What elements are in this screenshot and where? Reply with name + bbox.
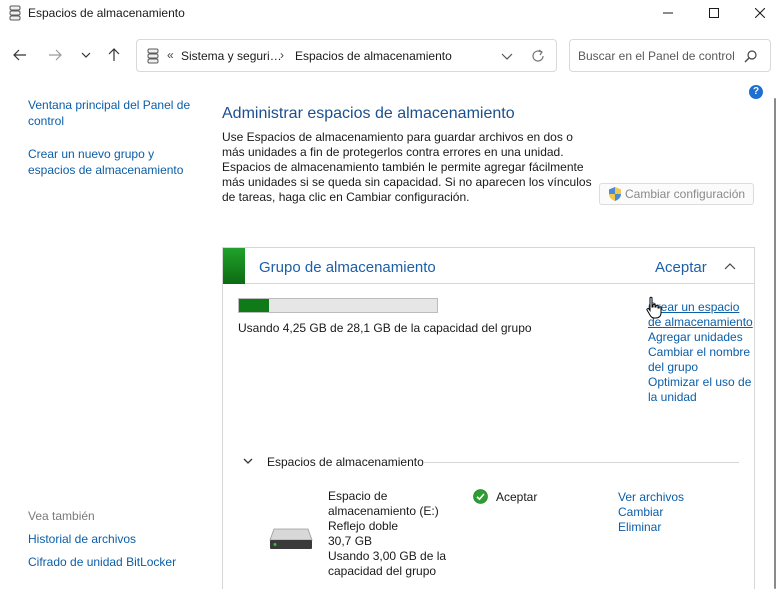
pool-usage-bar xyxy=(238,298,438,313)
change-space-link[interactable]: Cambiar xyxy=(618,505,684,520)
change-settings-button[interactable]: Cambiar configuración xyxy=(599,183,754,205)
space-status: Aceptar xyxy=(496,490,538,504)
scrollbar[interactable] xyxy=(772,98,778,589)
close-icon xyxy=(755,8,765,18)
see-also-heading: Vea también xyxy=(28,509,95,523)
minimize-button[interactable] xyxy=(645,0,691,26)
storage-pool-panel: Grupo de almacenamiento Aceptar Usando 4… xyxy=(222,247,755,589)
check-circle-icon xyxy=(473,489,488,504)
optimize-drive-usage-link[interactable]: Optimizar el uso de la unidad xyxy=(648,375,753,405)
breadcrumb-system-security[interactable]: Sistema y seguri… xyxy=(181,49,282,63)
add-drives-link[interactable]: Agregar unidades xyxy=(648,330,753,345)
rename-pool-link[interactable]: Cambiar el nombre del grupo xyxy=(648,345,753,375)
drive-icon xyxy=(269,528,313,549)
scrollbar-thumb[interactable] xyxy=(774,98,776,589)
title-bar: Espacios de almacenamiento xyxy=(0,0,781,26)
uac-shield-icon xyxy=(609,187,621,201)
close-button[interactable] xyxy=(737,0,781,26)
space-details: Espacio de almacenamiento (E:) Reflejo d… xyxy=(328,489,458,579)
pool-header[interactable]: Grupo de almacenamiento Aceptar xyxy=(223,248,754,284)
window-title: Espacios de almacenamiento xyxy=(28,6,185,20)
refresh-icon[interactable] xyxy=(529,46,547,66)
breadcrumb-separator[interactable]: › xyxy=(280,48,284,62)
space-task-links: Ver archivos Cambiar Eliminar xyxy=(618,490,684,535)
space-name: Espacio de almacenamiento (E:) xyxy=(328,489,439,518)
pool-task-links: Crear un espacio de almacenamiento Agreg… xyxy=(648,300,753,405)
page-description: Use Espacios de almacenamiento para guar… xyxy=(222,130,592,204)
breadcrumb-storage-spaces[interactable]: Espacios de almacenamiento xyxy=(295,49,452,63)
up-button[interactable] xyxy=(103,44,125,66)
pool-usage-text: Usando 4,25 GB de 28,1 GB de la capacida… xyxy=(238,321,532,335)
storage-spaces-icon xyxy=(147,48,159,64)
chevron-down-icon[interactable] xyxy=(242,457,254,467)
space-resiliency: Reflejo doble xyxy=(328,519,399,533)
maximize-button[interactable] xyxy=(691,0,737,26)
address-bar[interactable]: « Sistema y seguri… › Espacios de almace… xyxy=(136,39,557,72)
pool-status: Aceptar xyxy=(655,259,707,276)
page-title: Administrar espacios de almacenamiento xyxy=(222,105,515,122)
arrow-left-icon xyxy=(13,49,26,61)
space-usage: Usando 3,00 GB de la capacidad del grupo xyxy=(328,549,447,578)
delete-space-link[interactable]: Eliminar xyxy=(618,520,684,535)
chevron-up-icon[interactable] xyxy=(723,260,737,272)
search-input[interactable] xyxy=(578,49,738,63)
section-divider xyxy=(423,462,739,463)
file-history-link[interactable]: Historial de archivos xyxy=(28,531,203,547)
minimize-icon xyxy=(663,12,673,14)
help-icon[interactable]: ? xyxy=(749,85,763,99)
pool-usage-fill xyxy=(239,299,269,312)
view-files-link[interactable]: Ver archivos xyxy=(618,490,684,505)
space-size: 30,7 GB xyxy=(328,534,373,548)
spaces-section-label[interactable]: Espacios de almacenamiento xyxy=(267,455,424,469)
arrow-right-icon xyxy=(49,49,62,61)
breadcrumb-overflow[interactable]: « xyxy=(167,48,174,62)
forward-button[interactable] xyxy=(44,44,66,66)
back-button[interactable] xyxy=(9,44,31,66)
create-space-link[interactable]: Crear un espacio de almacenamiento xyxy=(648,300,753,330)
chevron-down-icon xyxy=(81,52,91,58)
chevron-down-icon[interactable] xyxy=(499,47,515,65)
arrow-up-icon xyxy=(108,48,120,61)
bitlocker-link[interactable]: Cifrado de unidad BitLocker xyxy=(28,554,203,570)
change-settings-label: Cambiar configuración xyxy=(625,187,746,201)
recent-locations-button[interactable] xyxy=(75,44,97,66)
storage-spaces-icon xyxy=(9,5,21,21)
control-panel-home-link[interactable]: Ventana principal del Panel de control xyxy=(28,97,203,129)
navigation-bar: « Sistema y seguri… › Espacios de almace… xyxy=(0,36,781,74)
pool-status-stripe xyxy=(223,248,245,284)
create-pool-link[interactable]: Crear un nuevo grupo y espacios de almac… xyxy=(28,146,203,178)
pool-title: Grupo de almacenamiento xyxy=(259,259,436,276)
search-icon[interactable] xyxy=(744,49,758,63)
maximize-icon xyxy=(709,8,719,18)
search-box[interactable] xyxy=(569,39,771,72)
hand-cursor-icon xyxy=(646,296,662,319)
